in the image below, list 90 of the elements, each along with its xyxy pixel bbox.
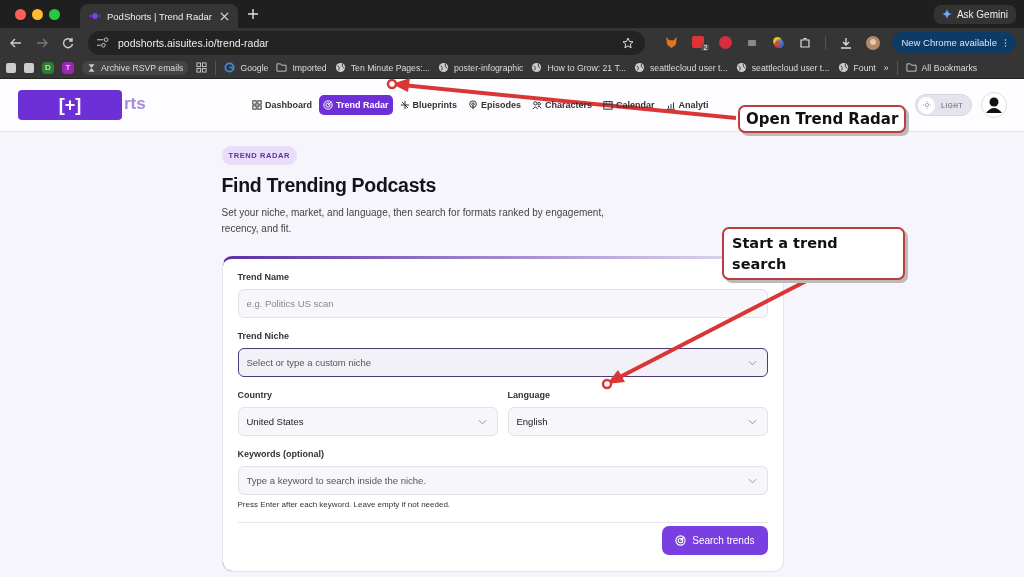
radar-icon xyxy=(323,100,333,110)
more-icon[interactable] xyxy=(1004,37,1007,48)
select-field[interactable]: Select or type a custom niche xyxy=(237,348,768,377)
chevron-down-icon xyxy=(747,359,757,366)
maximize-window-button[interactable] xyxy=(49,8,60,20)
puzzle-icon[interactable] xyxy=(799,36,812,49)
select-field[interactable]: English xyxy=(507,407,768,436)
sparkle-icon xyxy=(941,9,952,19)
reload-icon[interactable] xyxy=(62,36,74,49)
field-label: Trend Name xyxy=(237,272,291,282)
globe-icon xyxy=(437,62,449,73)
forward-icon[interactable] xyxy=(36,36,48,49)
bookmark-item[interactable]: Imported xyxy=(276,62,327,73)
field-label: Keywords (optional) xyxy=(237,449,325,459)
back-icon[interactable] xyxy=(10,36,22,49)
bookmark-item[interactable]: Ten Minute Pages:... xyxy=(334,62,430,73)
download-icon[interactable] xyxy=(840,36,853,49)
globe-icon xyxy=(735,62,747,73)
bar-chart-icon xyxy=(665,100,676,110)
sun-icon xyxy=(922,101,931,109)
callout-label: Start a trend search xyxy=(722,227,905,280)
update-chrome-button[interactable]: New Chrome available xyxy=(892,32,1016,53)
radar-icon xyxy=(675,535,687,546)
field-label: Language xyxy=(507,390,551,400)
nav-tab[interactable]: Blueprints xyxy=(395,95,462,115)
new-tab-icon[interactable] xyxy=(248,9,258,19)
bookmark-item[interactable]: poster-infographic xyxy=(437,62,524,73)
callout-label: Open Trend Radar xyxy=(738,105,907,133)
podcast-logo-icon xyxy=(89,10,101,22)
globe-icon xyxy=(334,62,346,73)
input-field[interactable]: e.g. Politics US scan xyxy=(237,289,768,318)
nav-tab[interactable]: Analyti xyxy=(661,95,713,115)
bookmark-letter-icon[interactable]: T xyxy=(62,61,74,74)
stop-sign-icon[interactable] xyxy=(719,36,733,49)
bookmark-item[interactable]: Fount xyxy=(837,62,876,73)
chevron-down-icon xyxy=(747,477,757,484)
page-title: Find Trending Podcasts xyxy=(221,174,436,197)
nav-tab[interactable]: Trend Radar xyxy=(319,95,393,115)
search-trends-button[interactable]: Search trends xyxy=(662,526,768,555)
hourglass-icon xyxy=(87,62,96,73)
color-wheel-icon[interactable] xyxy=(772,36,786,49)
url-text: podshorts.aisuites.io/trend-radar xyxy=(118,36,269,49)
field-label: Trend Niche xyxy=(237,331,290,341)
calendar-icon xyxy=(603,100,614,110)
bookmark-icon[interactable] xyxy=(24,62,34,73)
sparkle-icon xyxy=(399,100,410,110)
select-field[interactable]: United States xyxy=(237,407,498,436)
all-bookmarks-item[interactable]: All Bookmarks xyxy=(905,62,978,73)
globe-icon xyxy=(837,62,849,73)
page-description: Set your niche, market, and language, then search for formats ranked by engagement, recency, and fit. xyxy=(221,206,605,236)
people-icon xyxy=(532,100,543,110)
bookmark-star-icon[interactable] xyxy=(622,36,635,49)
chevron-down-icon xyxy=(747,418,757,425)
bookmark-item[interactable]: seattlecloud user t... xyxy=(634,62,728,73)
bookmark-item[interactable]: Google xyxy=(224,62,269,73)
minimize-window-button[interactable] xyxy=(32,8,43,20)
grid-icon xyxy=(252,100,262,110)
bookmark-item[interactable]: seattlecloud user t... xyxy=(735,62,830,73)
close-icon[interactable] xyxy=(220,11,229,21)
nav-tab[interactable]: Dashboard xyxy=(248,95,316,115)
globe-icon xyxy=(634,62,645,73)
bookmark-letter-icon[interactable]: D xyxy=(42,61,54,74)
folder-icon xyxy=(276,62,288,73)
field-label: Country xyxy=(237,390,273,400)
user-avatar-icon[interactable] xyxy=(981,92,1007,118)
close-window-button[interactable] xyxy=(15,8,26,20)
browser-tab[interactable]: PodShorts | Trend Radar xyxy=(80,4,238,28)
bookmark-icon[interactable] xyxy=(6,62,16,73)
globe-icon xyxy=(531,62,543,73)
google-icon xyxy=(224,62,236,73)
address-bar[interactable]: podshorts.aisuites.io/trend-radar xyxy=(88,30,646,55)
more-bookmarks-button[interactable]: » xyxy=(883,62,889,73)
bookmark-item[interactable]: Archive RSVP emails xyxy=(82,60,189,75)
overlay-label: [+] xyxy=(18,90,122,120)
site-settings-icon[interactable] xyxy=(96,37,109,48)
chevron-down-icon xyxy=(477,418,487,425)
nav-tab[interactable]: Episodes xyxy=(464,95,526,115)
fox-icon[interactable] xyxy=(665,36,679,49)
field-hint: Press Enter after each keyword. Leave empty if not needed. xyxy=(237,500,452,509)
ask-gemini-button[interactable]: Ask Gemini xyxy=(933,4,1016,24)
bookmark-item[interactable]: How to Grow: 21 T... xyxy=(531,62,626,73)
folder-icon xyxy=(905,62,917,73)
profile-avatar-icon[interactable] xyxy=(866,35,881,50)
apps-icon[interactable] xyxy=(196,62,208,73)
logo-text: rts xyxy=(124,94,146,114)
select-field[interactable]: Type a keyword to search inside the niche. xyxy=(237,466,768,495)
tab-title: PodShorts | Trend Radar xyxy=(107,10,212,22)
nav-tab[interactable]: Characters xyxy=(528,95,597,115)
podcast-icon xyxy=(468,100,479,110)
extension-icon[interactable] xyxy=(692,36,705,48)
